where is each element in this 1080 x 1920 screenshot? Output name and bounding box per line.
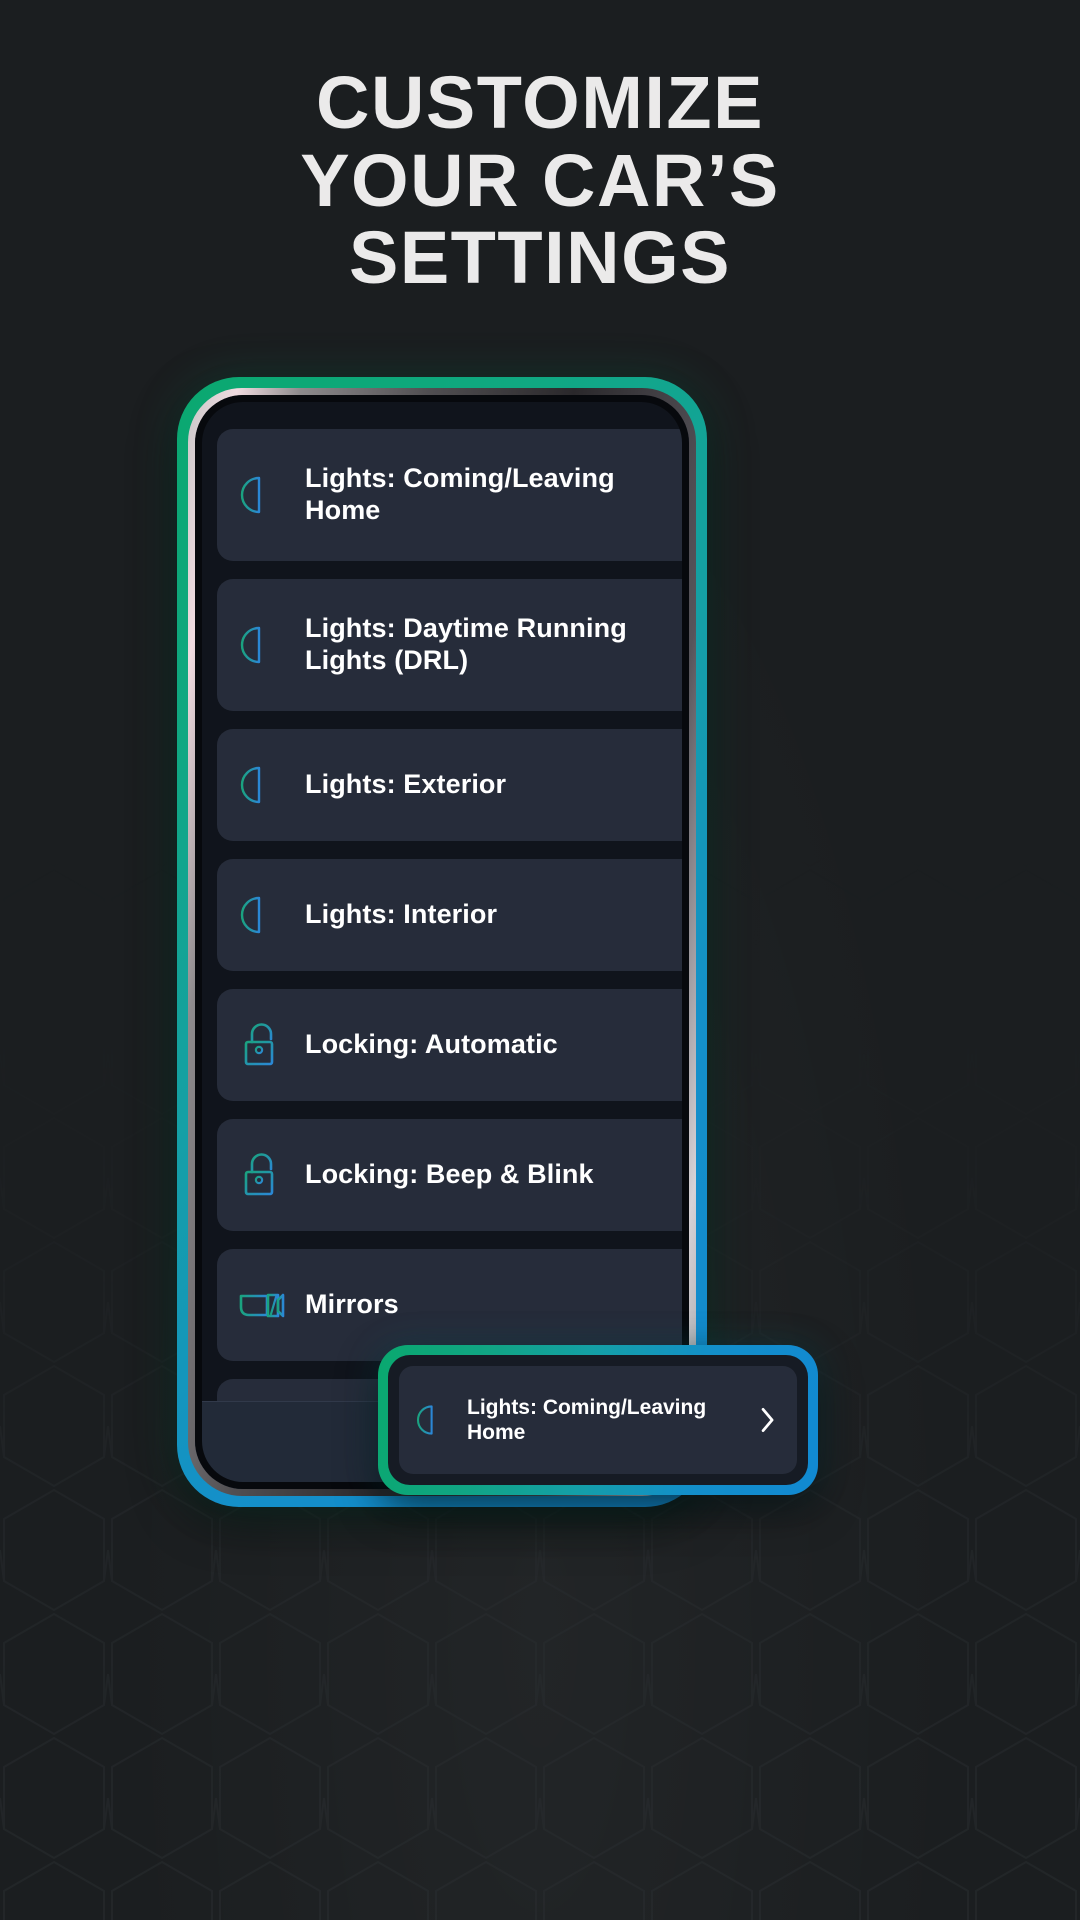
list-item-label: Lights: Daytime Running Lights (DRL) (305, 613, 627, 675)
headlight-icon (413, 1399, 455, 1441)
zoom-callout: Lights: Coming/Leaving Home (378, 1345, 818, 1495)
list-item[interactable]: Lights: Exterior (217, 729, 689, 841)
chevron-right-icon[interactable] (757, 1406, 779, 1434)
settings-list: Lights: Coming/Leaving Home Lights: Dayt… (217, 429, 689, 1489)
page-title: CUSTOMIZE YOUR CAR’S SETTINGS (0, 64, 1080, 297)
list-item-label: Mirrors (305, 1289, 399, 1320)
list-item-label: Lights: Coming/Leaving Home (305, 463, 615, 525)
phone-screen: Lights: Coming/Leaving Home Lights: Dayt… (195, 395, 689, 1489)
list-item-label: Lights: Interior (305, 899, 498, 930)
list-item-label: Lights: Exterior (305, 769, 507, 800)
highlighted-list-item-label: Lights: Coming/Leaving Home (467, 1395, 707, 1444)
list-item-label: Locking: Automatic (305, 1029, 558, 1060)
headlight-icon (235, 618, 289, 672)
phone-mockup: Lights: Coming/Leaving Home Lights: Dayt… (177, 377, 707, 1507)
promo-stage: CUSTOMIZE YOUR CAR’S SETTINGS Lights: Co… (0, 0, 1080, 1920)
side-mirror-icon (235, 1278, 289, 1332)
highlighted-list-item[interactable]: Lights: Coming/Leaving Home (399, 1366, 797, 1474)
list-item[interactable]: Locking: Beep & Blink (217, 1119, 689, 1231)
headlight-icon (235, 888, 289, 942)
padlock-open-icon (235, 1148, 289, 1202)
page-title-line-1: CUSTOMIZE (316, 61, 764, 144)
chevron-right-icon[interactable] (683, 898, 689, 932)
page-title-line-2: YOUR CAR’S (300, 138, 780, 222)
page-title-line-3: SETTINGS (348, 216, 732, 300)
list-item-label: Locking: Beep & Blink (305, 1159, 594, 1190)
zoom-callout-inner: Lights: Coming/Leaving Home (388, 1355, 808, 1485)
chevron-right-icon[interactable] (683, 628, 689, 662)
padlock-open-icon (235, 1018, 289, 1072)
list-item[interactable]: Lights: Coming/Leaving Home (217, 429, 689, 561)
headlight-icon (235, 758, 289, 812)
chevron-right-icon[interactable] (683, 1158, 689, 1192)
phone-accent-frame: Lights: Coming/Leaving Home Lights: Dayt… (177, 377, 707, 1507)
chevron-right-icon[interactable] (683, 478, 689, 512)
chevron-right-icon[interactable] (683, 1288, 689, 1322)
chevron-right-icon[interactable] (683, 768, 689, 802)
chevron-right-icon[interactable] (683, 1028, 689, 1062)
list-item[interactable]: Locking: Automatic (217, 989, 689, 1101)
list-item[interactable]: Lights: Interior (217, 859, 689, 971)
phone-metal-bezel: Lights: Coming/Leaving Home Lights: Dayt… (188, 388, 696, 1496)
list-item[interactable]: Lights: Daytime Running Lights (DRL) (217, 579, 689, 711)
headlight-icon (235, 468, 289, 522)
